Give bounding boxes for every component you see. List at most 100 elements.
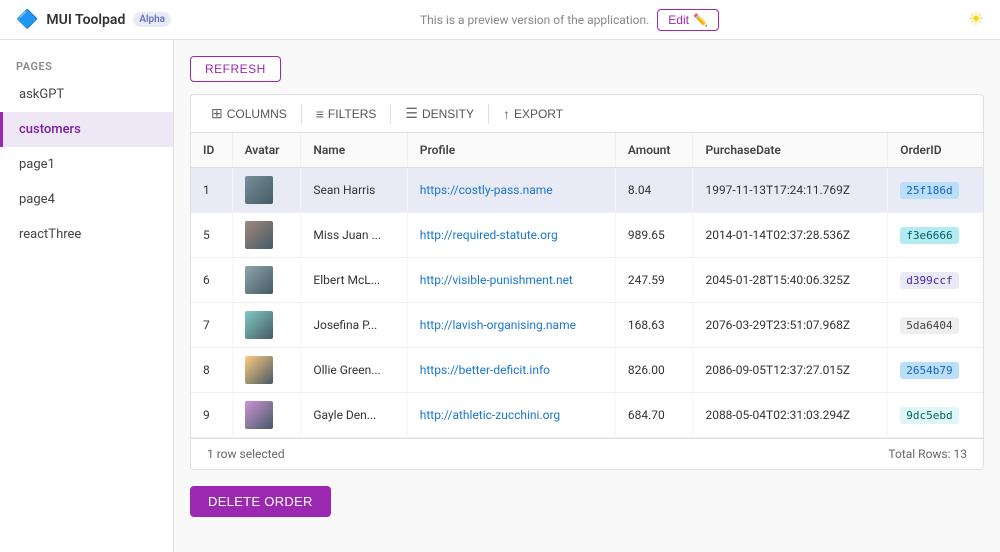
layout: Pages askGPT customers page1 page4 react… (0, 40, 1000, 552)
selected-rows-text: 1 row selected (207, 447, 285, 461)
table-row[interactable]: 6 Elbert McL...http://visible-punishment.… (191, 258, 983, 303)
table-row[interactable]: 8 Ollie Green...https://better-deficit.in… (191, 348, 983, 393)
divider-2 (390, 104, 391, 124)
cell-amount: 826.00 (615, 348, 693, 393)
cell-amount: 8.04 (615, 168, 693, 213)
alpha-badge: Alpha (133, 12, 171, 27)
cell-avatar (232, 303, 301, 348)
cell-profile[interactable]: http://visible-punishment.net (407, 258, 615, 303)
export-icon: ↑ (503, 106, 510, 122)
columns-icon: ⊞ (211, 105, 223, 122)
topbar-center: This is a preview version of the applica… (420, 9, 719, 31)
cell-orderid: f3e6666 (888, 213, 983, 258)
cell-avatar (232, 393, 301, 438)
table-row[interactable]: 9 Gayle Den...http://athletic-zucchini.or… (191, 393, 983, 438)
col-header-id[interactable]: ID (191, 133, 232, 168)
cell-id: 5 (191, 213, 232, 258)
cell-purchasedate: 2086-09-05T12:37:27.015Z (693, 348, 888, 393)
sidebar-item-customers[interactable]: customers (0, 112, 173, 147)
density-button[interactable]: ☰ DENSITY (397, 101, 482, 126)
cell-purchasedate: 2014-01-14T02:37:28.536Z (693, 213, 888, 258)
col-header-name[interactable]: Name (301, 133, 407, 168)
data-table-wrapper: ID Avatar Name Profile Amount PurchaseDa… (190, 132, 984, 470)
filters-icon: ≡ (316, 106, 324, 122)
sidebar-item-page1[interactable]: page1 (0, 147, 173, 182)
col-header-orderid[interactable]: OrderID (888, 133, 983, 168)
density-icon: ☰ (405, 105, 418, 122)
col-header-purchasedate[interactable]: PurchaseDate (693, 133, 888, 168)
divider-3 (488, 104, 489, 124)
cell-avatar (232, 258, 301, 303)
cell-profile[interactable]: http://athletic-zucchini.org (407, 393, 615, 438)
main-content: REFRESH ⊞ COLUMNS ≡ FILTERS ☰ DENSITY ↑ … (174, 40, 1000, 552)
refresh-button[interactable]: REFRESH (190, 56, 281, 82)
cell-id: 7 (191, 303, 232, 348)
table-footer: 1 row selected Total Rows: 13 (191, 438, 983, 469)
sidebar-item-page4[interactable]: page4 (0, 182, 173, 217)
cell-avatar (232, 348, 301, 393)
cell-profile[interactable]: http://required-statute.org (407, 213, 615, 258)
filters-button[interactable]: ≡ FILTERS (308, 102, 385, 126)
sidebar: Pages askGPT customers page1 page4 react… (0, 40, 174, 552)
col-header-amount[interactable]: Amount (615, 133, 693, 168)
cell-profile[interactable]: https://better-deficit.info (407, 348, 615, 393)
cell-profile[interactable]: http://lavish-organising.name (407, 303, 615, 348)
cell-amount: 989.65 (615, 213, 693, 258)
edit-label: Edit (668, 13, 689, 27)
columns-button[interactable]: ⊞ COLUMNS (203, 101, 295, 126)
cell-name: Elbert McL... (301, 258, 407, 303)
divider-1 (301, 104, 302, 124)
app-title: MUI Toolpad (46, 12, 125, 28)
sidebar-item-askgpt[interactable]: askGPT (0, 77, 173, 112)
table-row[interactable]: 1 Sean Harrishttps://costly-pass.name8.04… (191, 168, 983, 213)
cell-orderid: 2654b79 (888, 348, 983, 393)
cell-orderid: 5da6404 (888, 303, 983, 348)
theme-toggle-icon[interactable]: ☀ (968, 9, 984, 30)
cell-amount: 247.59 (615, 258, 693, 303)
datagrid-controls: ⊞ COLUMNS ≡ FILTERS ☰ DENSITY ↑ EXPORT (190, 94, 984, 132)
cell-name: Miss Juan ... (301, 213, 407, 258)
cell-purchasedate: 2045-01-28T15:40:06.325Z (693, 258, 888, 303)
sidebar-section-label: Pages (0, 52, 173, 77)
col-header-avatar[interactable]: Avatar (232, 133, 301, 168)
preview-text: This is a preview version of the applica… (420, 13, 649, 27)
sidebar-item-reactthree[interactable]: reactThree (0, 217, 173, 252)
cell-purchasedate: 2076-03-29T23:51:07.968Z (693, 303, 888, 348)
cell-purchasedate: 1997-11-13T17:24:11.769Z (693, 168, 888, 213)
topbar-left: 🔷 MUI Toolpad Alpha (16, 9, 171, 30)
table-header-row: ID Avatar Name Profile Amount PurchaseDa… (191, 133, 983, 168)
topbar-right: ☀ (968, 9, 984, 30)
cell-orderid: 9dc5ebd (888, 393, 983, 438)
cell-id: 8 (191, 348, 232, 393)
cell-purchasedate: 2088-05-04T02:31:03.294Z (693, 393, 888, 438)
density-label: DENSITY (422, 107, 474, 121)
total-rows-text: Total Rows: 13 (888, 447, 967, 461)
export-label: EXPORT (514, 107, 563, 121)
col-header-profile[interactable]: Profile (407, 133, 615, 168)
edit-button[interactable]: Edit ✏️ (657, 9, 719, 31)
cell-name: Gayle Den... (301, 393, 407, 438)
cell-name: Josefina P... (301, 303, 407, 348)
columns-label: COLUMNS (227, 107, 287, 121)
topbar: 🔷 MUI Toolpad Alpha This is a preview ve… (0, 0, 1000, 40)
cell-id: 1 (191, 168, 232, 213)
export-button[interactable]: ↑ EXPORT (495, 102, 571, 126)
cell-name: Sean Harris (301, 168, 407, 213)
cell-profile[interactable]: https://costly-pass.name (407, 168, 615, 213)
cell-name: Ollie Green... (301, 348, 407, 393)
filters-label: FILTERS (328, 107, 376, 121)
data-table: ID Avatar Name Profile Amount PurchaseDa… (191, 133, 983, 438)
cell-id: 6 (191, 258, 232, 303)
table-row[interactable]: 7 Josefina P...http://lavish-organising.n… (191, 303, 983, 348)
app-logo-icon: 🔷 (16, 9, 38, 30)
toolbar: REFRESH (190, 56, 984, 82)
cell-amount: 168.63 (615, 303, 693, 348)
table-row[interactable]: 5 Miss Juan ...http://required-statute.or… (191, 213, 983, 258)
cell-avatar (232, 213, 301, 258)
cell-orderid: d399ccf (888, 258, 983, 303)
edit-icon: ✏️ (693, 13, 708, 27)
cell-orderid: 25f186d (888, 168, 983, 213)
delete-order-button[interactable]: DELETE ORDER (190, 486, 331, 517)
bottom-actions: DELETE ORDER (190, 486, 984, 517)
cell-id: 9 (191, 393, 232, 438)
